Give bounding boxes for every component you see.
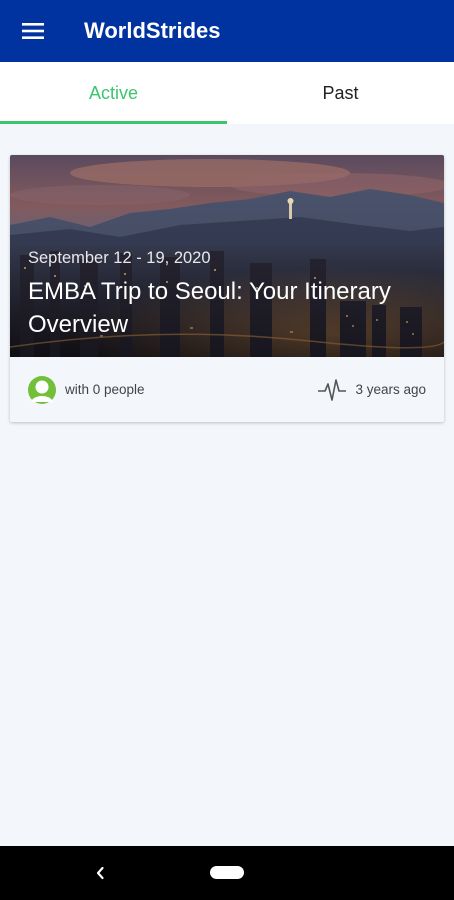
user-avatar-icon (28, 375, 56, 404)
trip-hero-image: September 12 - 19, 2020 EMBA Trip to Seo… (10, 155, 444, 357)
people-count-text: with 0 people (65, 382, 145, 397)
system-nav-bar (0, 846, 454, 900)
tab-past[interactable]: Past (227, 62, 454, 124)
menu-button[interactable] (0, 0, 66, 62)
trip-title: EMBA Trip to Seoul: Your Itinerary Overv… (28, 278, 391, 338)
back-chevron-icon (96, 866, 104, 880)
app-header: WorldStrides (0, 0, 454, 62)
tab-indicator (0, 121, 227, 124)
home-pill-icon[interactable] (210, 866, 244, 879)
last-activity: 3 years ago (317, 376, 426, 404)
participants: with 0 people (27, 375, 145, 405)
tab-active[interactable]: Active (0, 62, 227, 124)
nav-back-button[interactable] (88, 860, 112, 886)
app-title: WorldStrides (84, 18, 221, 43)
tab-past-label: Past (322, 82, 359, 103)
hamburger-menu-icon (22, 23, 44, 39)
time-ago-text: 3 years ago (355, 382, 426, 397)
tab-active-label: Active (88, 82, 139, 103)
activity-pulse-icon (318, 378, 347, 401)
trip-card-footer: with 0 people 3 years ago (10, 357, 444, 422)
trip-tabs: Active Past (0, 62, 454, 124)
trip-card[interactable]: September 12 - 19, 2020 EMBA Trip to Seo… (10, 155, 444, 422)
trip-date-range: September 12 - 19, 2020 (28, 249, 211, 267)
